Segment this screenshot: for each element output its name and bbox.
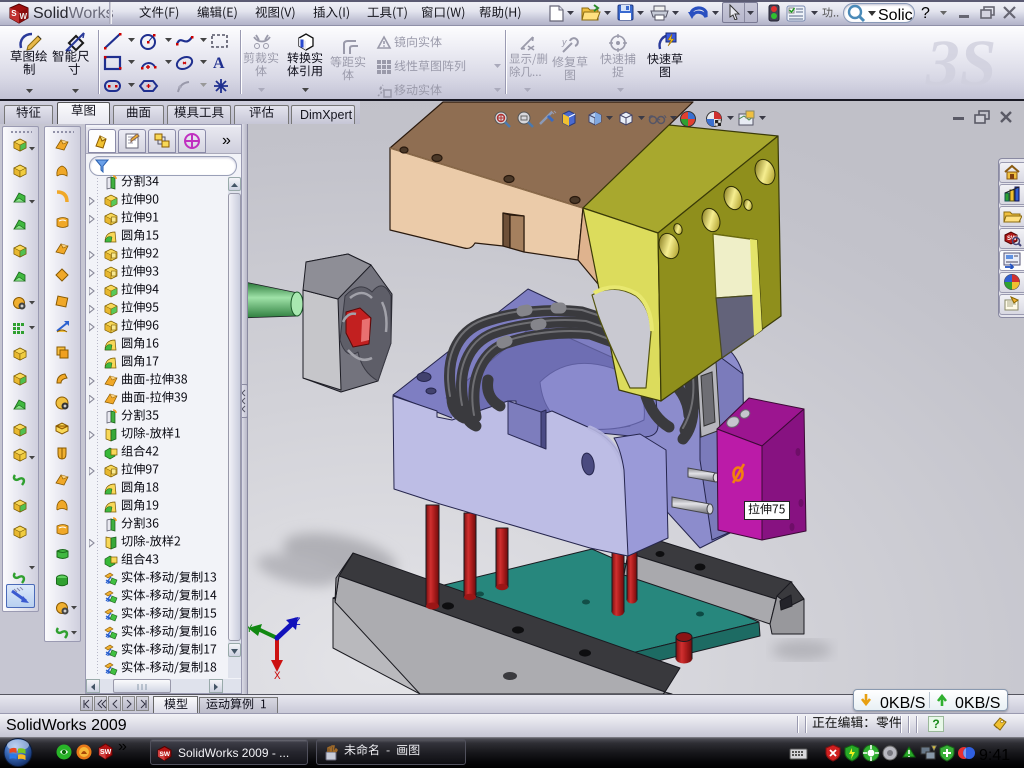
svg-text:y: y [561,37,567,47]
svg-text:SW: SW [160,751,171,758]
svg-text:W: W [20,12,28,21]
svg-text:S: S [11,9,17,18]
svg-text:A: A [213,55,225,71]
svg-text:SW: SW [100,749,112,756]
svg-text:Z: Z [294,617,301,629]
svg-text:X: X [274,671,281,683]
